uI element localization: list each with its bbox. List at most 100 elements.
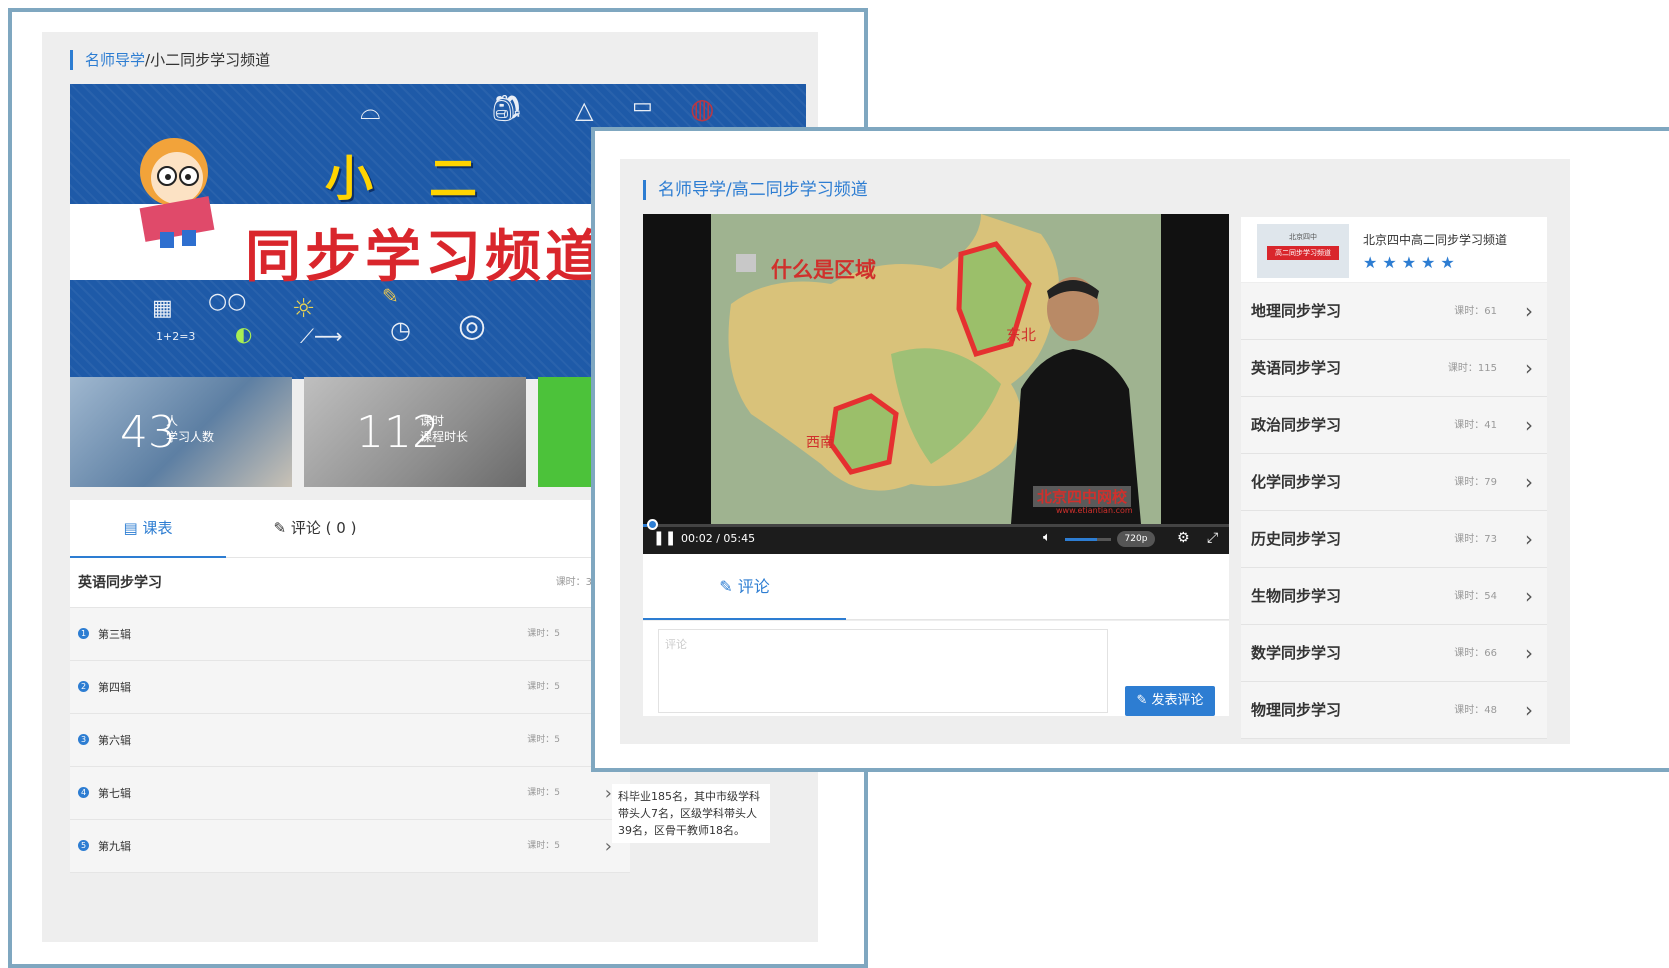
subject-item[interactable]: 政治同步学习 课时：41 ›: [1241, 397, 1547, 454]
subject-item[interactable]: 化学同步学习 课时：79 ›: [1241, 454, 1547, 511]
video-time: 00:02 / 05:45: [681, 532, 756, 545]
lesson-row[interactable]: 4 第七辑 课时：5 ›: [70, 767, 630, 820]
stat-card-green: [538, 377, 598, 487]
lesson-count: 课时：5: [527, 629, 560, 639]
teacher-stats-text: 科毕业185名，其中市级学科带头人7名，区级学科带头人39名，区骨干教师18名。: [612, 784, 770, 843]
pause-icon[interactable]: ❚❚: [653, 530, 676, 546]
post-comment-label: 发表评论: [1151, 693, 1204, 708]
settings-gear-icon[interactable]: ⚙: [1177, 530, 1190, 546]
subject-count: 课时：66: [1454, 648, 1497, 659]
apple-icon: ◐: [235, 322, 253, 346]
lesson-list-header[interactable]: 英语同步学习 课时：30 ⌄: [70, 558, 630, 608]
number-badge: 1: [78, 628, 89, 639]
box-icon: ▭: [632, 94, 653, 119]
tab-schedule-label: 课表: [142, 519, 173, 537]
banner-title-big: 同步学习频道: [245, 225, 605, 290]
tab-comment-label: 评论: [737, 577, 770, 596]
progress-knob[interactable]: [647, 519, 658, 530]
video-player[interactable]: 什么是区域 东北 西南 北京四中网校 www.etiantian.com ❚❚ …: [643, 214, 1229, 554]
subject-name: 政治同步学习: [1251, 416, 1342, 434]
channel-thumbnail: 北京四中 高二同步学习频道: [1257, 224, 1349, 278]
video-frame: 什么是区域 东北 西南 北京四中网校 www.etiantian.com: [711, 214, 1161, 524]
subject-item[interactable]: 英语同步学习 课时：115 ›: [1241, 340, 1547, 397]
video-progress-fill: [643, 524, 647, 527]
clock-icon: ◷: [390, 316, 411, 344]
comment-input[interactable]: 评论: [658, 629, 1108, 713]
chevron-right-icon: ›: [1525, 413, 1533, 437]
video-controls: ❚❚ 00:02 / 05:45 🔈︎ 720p ⚙ ⤢: [643, 519, 1229, 554]
pen-icon: ✎: [273, 519, 291, 537]
watermark-url: www.etiantian.com: [1056, 506, 1133, 515]
triangle-ruler-icon: △: [575, 96, 594, 124]
subject-item[interactable]: 生物同步学习 课时：54 ›: [1241, 568, 1547, 625]
number-badge: 4: [78, 787, 89, 798]
lesson-row[interactable]: 3第六辑课时：5›: [70, 714, 630, 767]
volume-icon[interactable]: 🔈︎: [1043, 530, 1051, 545]
subject-count: 课时：61: [1454, 306, 1497, 317]
quality-selector[interactable]: 720p: [1117, 531, 1155, 547]
lesson-title: 第七辑: [98, 787, 131, 800]
subject-name: 英语同步学习: [1251, 359, 1342, 377]
chevron-right-icon: ›: [1525, 299, 1533, 323]
chevron-right-icon: ›: [604, 836, 612, 857]
channel-card[interactable]: 北京四中 高二同步学习频道 北京四中高二同步学习频道 ★★★★★: [1241, 217, 1547, 283]
chevron-right-icon: ›: [1525, 584, 1533, 608]
subject-name: 历史同步学习: [1251, 530, 1342, 548]
video-progress-bar[interactable]: [643, 524, 1229, 527]
tab-review[interactable]: ✎ 评论 ( 0 ): [250, 500, 380, 558]
lesson-count: 课时：5: [527, 735, 560, 745]
subject-item[interactable]: 数学同步学习 课时：66 ›: [1241, 625, 1547, 682]
subject-item[interactable]: 物理同步学习 课时：48 ›: [1241, 682, 1547, 739]
globe-icon-red: ◍: [690, 92, 715, 125]
number-badge: 5: [78, 840, 89, 851]
channel-name: 北京四中高二同步学习频道: [1363, 233, 1508, 247]
post-comment-button[interactable]: ✎ 发表评论: [1125, 686, 1215, 716]
breadcrumb-current: /高二同步学习频道: [726, 180, 868, 200]
reading-kid-illustration: [139, 138, 215, 248]
tab-schedule[interactable]: ▤ 课表: [70, 500, 226, 558]
lesson-count: 课时：5: [527, 682, 560, 692]
breadcrumb-link[interactable]: 名师导学: [85, 51, 145, 69]
lesson-row[interactable]: 1第三辑课时：5›: [70, 608, 630, 661]
breadcrumb-link[interactable]: 名师导学: [658, 180, 726, 200]
subject-name: 物理同步学习: [1251, 701, 1342, 719]
breadcrumb: 名师导学/高二同步学习频道: [643, 180, 868, 200]
subject-name: 数学同步学习: [1251, 644, 1342, 662]
subject-count: 课时：79: [1454, 477, 1497, 488]
chevron-right-icon: ›: [1525, 641, 1533, 665]
glasses-icon: ○○: [208, 289, 247, 314]
watermark-logo: 北京四中网校: [1033, 486, 1132, 507]
protractor-icon: ⌓: [360, 96, 381, 126]
subject-count: 课时：48: [1454, 705, 1497, 716]
brush-icon: ⟋⟶: [300, 324, 343, 348]
volume-slider[interactable]: [1065, 538, 1111, 541]
lesson-count: 课时：5: [527, 788, 560, 798]
subject-item[interactable]: 历史同步学习 课时：73 ›: [1241, 511, 1547, 568]
subject-item[interactable]: 地理同步学习 课时：61 ›: [1241, 283, 1547, 340]
thumbnail-caption: 北京四中: [1289, 233, 1317, 241]
map-title: 什么是区域: [771, 258, 876, 282]
banner-title-small: 小二: [325, 151, 534, 207]
comment-tabs: ✎ 评论: [643, 554, 1229, 620]
course-tabs: ▤ 课表 ✎ 评论 ( 0 ): [70, 500, 630, 558]
tab-comment[interactable]: ✎ 评论: [643, 554, 846, 620]
fullscreen-icon[interactable]: ⤢: [1207, 530, 1218, 546]
subject-count: 课时：54: [1454, 591, 1497, 602]
tab-review-label: 评论 ( 0 ): [290, 519, 357, 537]
chevron-right-icon: ›: [604, 783, 612, 804]
stat-card-learners: 43 人 学习人数: [70, 377, 292, 487]
chevron-right-icon: ›: [1525, 527, 1533, 551]
schedule-icon: ▤: [123, 519, 143, 537]
lesson-list: 英语同步学习 课时：30 ⌄ 1第三辑课时：5› 2第四辑课时：5› 3第六辑课…: [70, 558, 630, 873]
lesson-row[interactable]: 2第四辑课时：5›: [70, 661, 630, 714]
subject-name: 生物同步学习: [1251, 587, 1342, 605]
lesson-title: 第六辑: [98, 734, 131, 747]
lesson-row[interactable]: 5 第九辑 课时：5 ›: [70, 820, 630, 873]
chevron-right-icon: ›: [1525, 356, 1533, 380]
thumbnail-strip: 高二同步学习频道: [1267, 246, 1339, 260]
subject-sidebar: 北京四中 高二同步学习频道 北京四中高二同步学习频道 ★★★★★ 地理同步学习课…: [1241, 217, 1547, 739]
stat-card-hours: 112 课时 课程时长: [304, 377, 526, 487]
front-window: 名师导学/高二同步学习频道 什么是区域 东北 西南 北京四中网校 www.eti…: [591, 127, 1669, 772]
math-doodle: 1+2=3: [156, 330, 196, 343]
number-badge: 2: [78, 681, 89, 692]
